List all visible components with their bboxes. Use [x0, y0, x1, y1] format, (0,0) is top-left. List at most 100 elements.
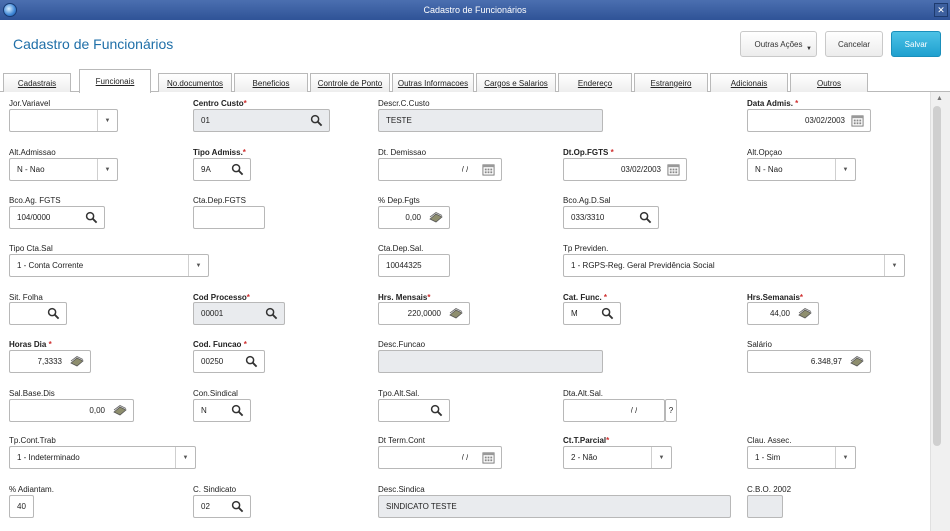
search-icon[interactable]	[231, 500, 244, 513]
chevron-down-icon[interactable]: ▼	[835, 447, 855, 468]
cbo-2002-field[interactable]	[747, 495, 783, 518]
tp-previden-select[interactable]: 1 - RGPS-Reg. Geral Previdência Social ▼	[563, 254, 905, 277]
tipo-cta-sal-select[interactable]: 1 - Conta Corrente ▼	[9, 254, 209, 277]
tab-outras-informacoes[interactable]: Outras Informacoes	[392, 73, 474, 92]
con-sindical-field[interactable]: N	[193, 399, 251, 422]
dep-fgts-field[interactable]: 0,00	[378, 206, 450, 229]
label-alt-admissao: Alt.Admissao	[9, 148, 56, 157]
required-mark: *	[243, 99, 247, 108]
label-dt-op-fgts: Dt.Op.FGTS *	[563, 148, 614, 157]
tpo-alt-sal-field[interactable]	[378, 399, 450, 422]
chevron-down-icon[interactable]: ▼	[97, 110, 117, 131]
c-sindicato-field[interactable]: 02	[193, 495, 251, 518]
search-icon[interactable]	[85, 211, 98, 224]
dt-demissao-field[interactable]: / /	[378, 158, 502, 181]
descr-ccusto-field: TESTE	[378, 109, 603, 132]
outras-acoes-label: Outras Ações	[754, 39, 803, 49]
tp-cont-trab-select[interactable]: 1 - Indeterminado ▼	[9, 446, 196, 469]
tab-estrangeiro[interactable]: Estrangeiro	[634, 73, 708, 92]
page-title: Cadastro de Funcionários	[13, 36, 174, 52]
cta-dep-fgts-field[interactable]	[193, 206, 265, 229]
desc-sindica-value: SINDICATO TESTE	[386, 502, 457, 511]
chevron-down-icon[interactable]: ▼	[651, 447, 671, 468]
descr-ccusto-value: TESTE	[386, 116, 412, 125]
calendar-icon[interactable]	[482, 451, 495, 464]
money-icon[interactable]	[429, 212, 443, 223]
sal-base-dis-field[interactable]: 0,00	[9, 399, 134, 422]
search-icon[interactable]	[601, 307, 614, 320]
money-icon[interactable]	[449, 308, 463, 319]
horas-dia-field[interactable]: 7,3333	[9, 350, 91, 373]
tab-adicionais[interactable]: Adicionais	[710, 73, 788, 92]
help-button[interactable]: ?	[665, 399, 677, 422]
tab-cadastrais[interactable]: Cadastrais	[3, 73, 71, 92]
dt-op-fgts-value: 03/02/2003	[620, 165, 661, 174]
money-icon[interactable]	[798, 308, 812, 319]
cta-dep-sal-value: 10044325	[386, 261, 422, 270]
save-button[interactable]: Salvar	[891, 31, 941, 57]
tab-outros[interactable]: Outros	[790, 73, 868, 92]
label-dep-fgts: % Dep.Fgts	[378, 196, 420, 205]
dta-alt-sal-field[interactable]: / /	[563, 399, 665, 422]
salario-field[interactable]: 6.348,97	[747, 350, 871, 373]
close-icon[interactable]: ✕	[934, 3, 948, 17]
chevron-down-icon[interactable]: ▼	[884, 255, 904, 276]
chevron-down-icon[interactable]: ▼	[97, 159, 117, 180]
search-icon[interactable]	[231, 404, 244, 417]
cta-dep-sal-field[interactable]: 10044325	[378, 254, 450, 277]
money-icon[interactable]	[113, 405, 127, 416]
search-icon[interactable]	[265, 307, 278, 320]
scroll-up-icon[interactable]: ▲	[936, 95, 943, 102]
money-icon[interactable]	[70, 356, 84, 367]
chevron-down-icon[interactable]: ▼	[188, 255, 208, 276]
chevron-down-icon[interactable]: ▼	[835, 159, 855, 180]
clau-assec-select[interactable]: 1 - Sim ▼	[747, 446, 856, 469]
vertical-scrollbar[interactable]: ▲	[930, 92, 950, 531]
ct-t-parcial-select[interactable]: 2 - Não ▼	[563, 446, 672, 469]
tab-beneficios[interactable]: Beneficios	[234, 73, 308, 92]
tipo-admiss-field[interactable]: 9A	[193, 158, 251, 181]
required-mark: *	[603, 293, 608, 302]
jor-variavel-select[interactable]: ▼	[9, 109, 118, 132]
calendar-icon[interactable]	[667, 163, 680, 176]
alt-admissao-select[interactable]: N - Nao ▼	[9, 158, 118, 181]
dta-alt-sal-value: / /	[630, 406, 638, 415]
adiantam-field[interactable]: 40	[9, 495, 34, 518]
tab-endereco[interactable]: Endereço	[558, 73, 632, 92]
tab-no-documentos[interactable]: No.documentos	[158, 73, 232, 92]
sit-folha-field[interactable]	[9, 302, 67, 325]
outras-acoes-button[interactable]: Outras Ações ▼	[740, 31, 817, 57]
alt-opcao-select[interactable]: N - Nao ▼	[747, 158, 856, 181]
hrs-semanais-field[interactable]: 44,00	[747, 302, 819, 325]
search-icon[interactable]	[310, 114, 323, 127]
label-clau-assec: Clau. Assec.	[747, 436, 792, 445]
cod-processo-field[interactable]: 00001	[193, 302, 285, 325]
search-icon[interactable]	[245, 355, 258, 368]
cod-funcao-field[interactable]: 00250	[193, 350, 265, 373]
tab-cargos-e-salarios[interactable]: Cargos e Salarios	[476, 73, 556, 92]
cancel-button[interactable]: Cancelar	[825, 31, 883, 57]
salario-value: 6.348,97	[810, 357, 842, 366]
tab-controle-de-ponto[interactable]: Controle de Ponto	[310, 73, 390, 92]
scrollbar-thumb[interactable]	[933, 106, 941, 446]
bco-ag-dsal-field[interactable]: 033/3310	[563, 206, 659, 229]
label-desc-funcao: Desc.Funcao	[378, 340, 426, 349]
calendar-icon[interactable]	[482, 163, 495, 176]
search-icon[interactable]	[430, 404, 443, 417]
tab-funcionais[interactable]: Funcionais	[79, 69, 151, 93]
data-admis-field[interactable]: 03/02/2003	[747, 109, 871, 132]
cat-func-field[interactable]: M	[563, 302, 621, 325]
chevron-down-icon[interactable]: ▼	[175, 447, 195, 468]
hrs-mensais-field[interactable]: 220,0000	[378, 302, 470, 325]
calendar-icon[interactable]	[851, 114, 864, 127]
search-icon[interactable]	[47, 307, 60, 320]
dt-op-fgts-field[interactable]: 03/02/2003	[563, 158, 687, 181]
chevron-down-icon: ▼	[806, 46, 812, 52]
bco-ag-fgts-field[interactable]: 104/0000	[9, 206, 105, 229]
label-adiantam: % Adiantam.	[9, 485, 54, 494]
centro-custo-field[interactable]: 01	[193, 109, 330, 132]
search-icon[interactable]	[231, 163, 244, 176]
search-icon[interactable]	[639, 211, 652, 224]
money-icon[interactable]	[850, 356, 864, 367]
dt-term-cont-field[interactable]: / /	[378, 446, 502, 469]
